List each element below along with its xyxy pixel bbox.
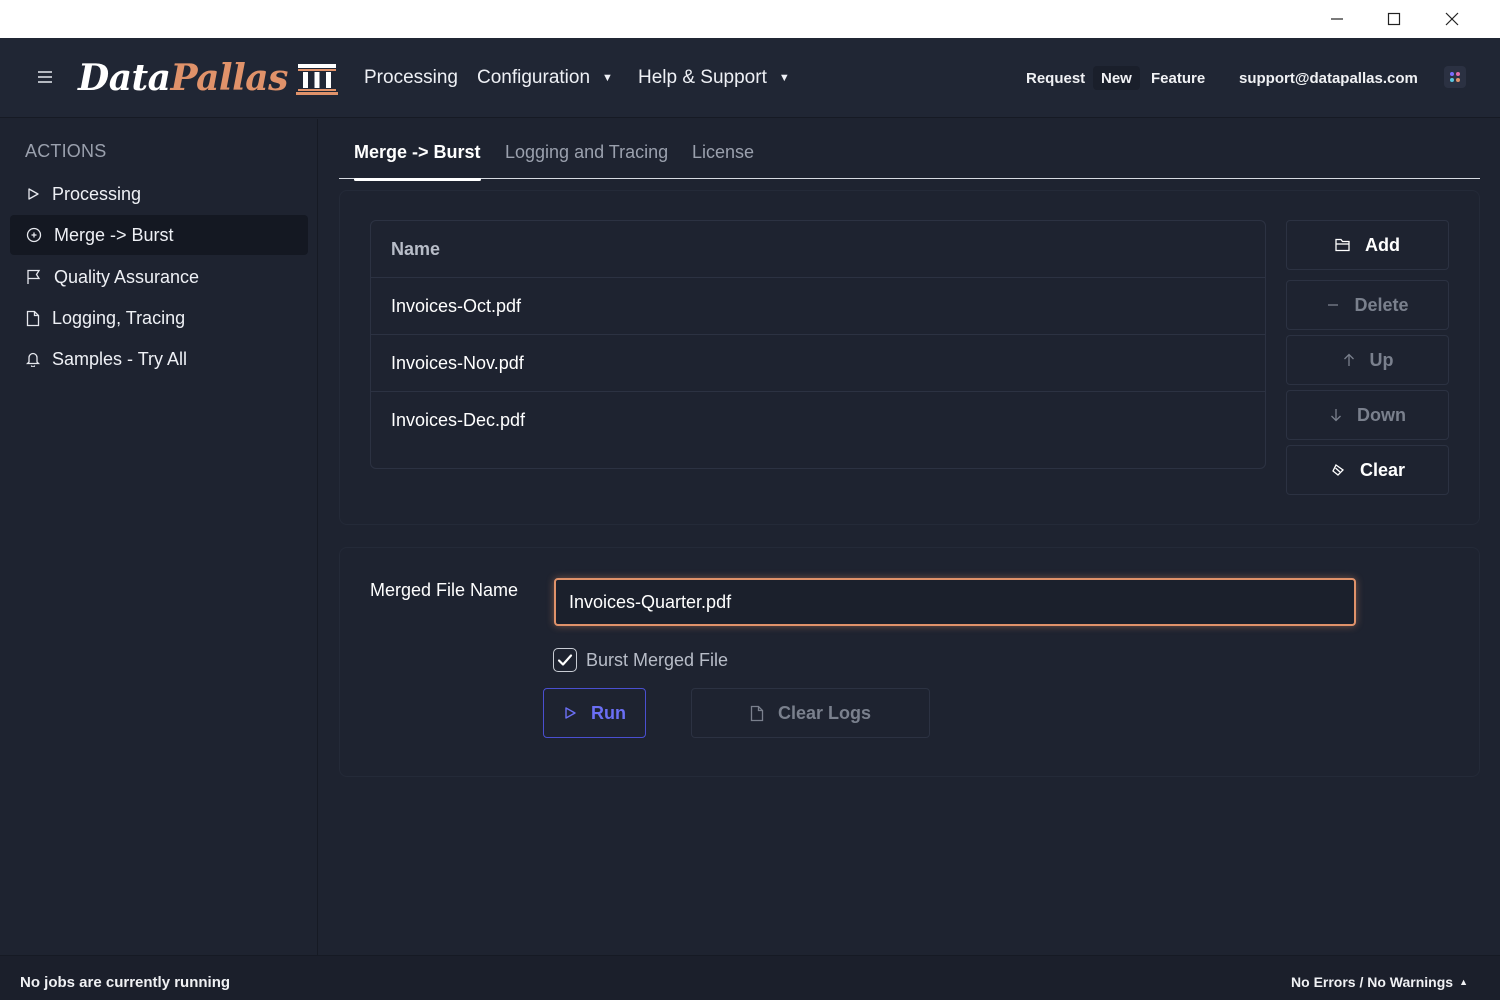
sidebar-item-logging-tracing[interactable]: Logging, Tracing xyxy=(10,298,308,338)
play-icon xyxy=(28,188,39,200)
file-icon xyxy=(26,310,40,326)
run-button-label: Run xyxy=(591,702,626,723)
support-email-link[interactable]: support@datapallas.com xyxy=(1239,66,1418,90)
folder-open-icon xyxy=(1335,238,1350,252)
logo-text-pallas: Pallas xyxy=(170,57,289,99)
checkmark-icon xyxy=(557,654,573,666)
add-button-label: Add xyxy=(1365,234,1400,255)
nav-processing-label: Processing xyxy=(364,67,458,88)
burst-merged-label[interactable]: Burst Merged File xyxy=(586,650,728,671)
table-header-name: Name xyxy=(371,221,1265,278)
delete-button-label: Delete xyxy=(1354,294,1409,315)
caret-down-icon: ▼ xyxy=(602,72,613,84)
nav-configuration-label: Configuration xyxy=(477,67,591,88)
feature-link[interactable]: Feature xyxy=(1151,66,1205,90)
nav-configuration[interactable]: Configuration ▼ xyxy=(477,64,613,92)
new-link[interactable]: New xyxy=(1093,66,1140,90)
tab-logging-tracing[interactable]: Logging and Tracing xyxy=(505,142,668,178)
minimize-icon[interactable] xyxy=(1308,0,1365,38)
menu-icon[interactable] xyxy=(34,66,56,88)
down-button-label: Down xyxy=(1357,404,1406,425)
request-link[interactable]: Request xyxy=(1026,66,1085,90)
nav-help-support[interactable]: Help & Support ▼ xyxy=(638,64,790,92)
apps-grid-icon[interactable] xyxy=(1444,66,1466,88)
sidebar-item-label: Processing xyxy=(52,183,142,204)
eraser-icon xyxy=(1332,464,1344,476)
window-titlebar xyxy=(0,0,1500,38)
file-table: Name Invoices-Oct.pdf Invoices-Nov.pdf I… xyxy=(370,220,1266,469)
table-cell: Invoices-Nov.pdf xyxy=(391,352,524,373)
pillars-icon xyxy=(295,64,338,95)
play-icon xyxy=(565,707,576,719)
table-row[interactable]: Invoices-Dec.pdf xyxy=(371,392,1265,449)
minus-icon xyxy=(1328,304,1339,306)
arrow-up-icon xyxy=(1343,353,1354,366)
run-button[interactable]: Run xyxy=(543,688,646,738)
sidebar-item-label: Logging, Tracing xyxy=(52,307,186,328)
arrow-down-icon xyxy=(1331,409,1341,422)
up-button[interactable]: Up xyxy=(1286,335,1449,385)
jobs-status: No jobs are currently running xyxy=(20,974,231,991)
down-button[interactable]: Down xyxy=(1286,390,1449,440)
status-bar: No jobs are currently running No Errors … xyxy=(0,955,1500,1000)
nav-help-support-label: Help & Support xyxy=(638,67,767,88)
flag-icon xyxy=(27,269,41,284)
merged-file-name-input[interactable] xyxy=(554,578,1356,626)
table-cell: Invoices-Oct.pdf xyxy=(391,295,522,316)
nav-processing[interactable]: Processing xyxy=(364,64,458,92)
sidebar-item-processing[interactable]: Processing xyxy=(10,174,308,214)
up-button-label: Up xyxy=(1369,349,1394,370)
tab-bar: Merge -> Burst Logging and Tracing Licen… xyxy=(339,128,1480,181)
merged-file-name-label: Merged File Name xyxy=(370,580,519,600)
clear-logs-button-label: Clear Logs xyxy=(777,702,872,723)
caret-up-icon: ▲ xyxy=(1459,977,1468,987)
caret-down-icon: ▼ xyxy=(778,72,790,84)
plus-circle-icon xyxy=(26,227,42,243)
table-row[interactable]: Invoices-Nov.pdf xyxy=(371,335,1265,392)
file-icon xyxy=(750,705,764,721)
app-header: Data Pallas Processing Configuration ▼ He… xyxy=(0,38,1500,118)
bell-icon xyxy=(26,352,40,367)
maximize-icon[interactable] xyxy=(1365,0,1422,38)
tab-merge-burst[interactable]: Merge -> Burst xyxy=(354,142,481,181)
table-row[interactable]: Invoices-Oct.pdf xyxy=(371,278,1265,335)
tab-license[interactable]: License xyxy=(692,142,754,178)
sidebar-item-samples[interactable]: Samples - Try All xyxy=(10,339,308,379)
burst-merged-checkbox[interactable] xyxy=(553,648,577,672)
sidebar: ACTIONS Processing Merge -> Burst Qualit… xyxy=(0,119,318,955)
errors-warnings-status[interactable]: No Errors / No Warnings ▲ xyxy=(1291,974,1468,990)
clear-button-label: Clear xyxy=(1359,459,1406,480)
clear-logs-button[interactable]: Clear Logs xyxy=(691,688,930,738)
errors-warnings-label: No Errors / No Warnings xyxy=(1291,974,1454,990)
sidebar-item-quality-assurance[interactable]: Quality Assurance xyxy=(10,257,308,297)
delete-button[interactable]: Delete xyxy=(1286,280,1449,330)
sidebar-item-label: Quality Assurance xyxy=(54,266,200,287)
sidebar-item-label: Samples - Try All xyxy=(52,348,188,369)
logo-text-data: Data xyxy=(78,57,171,99)
table-cell: Invoices-Dec.pdf xyxy=(391,410,526,430)
close-icon[interactable] xyxy=(1423,0,1480,38)
app-logo[interactable]: Data Pallas xyxy=(78,52,338,104)
add-button[interactable]: Add xyxy=(1286,220,1449,270)
clear-button[interactable]: Clear xyxy=(1286,445,1449,495)
sidebar-title: ACTIONS xyxy=(25,141,107,161)
sidebar-item-label: Merge -> Burst xyxy=(54,224,174,245)
sidebar-item-merge-burst[interactable]: Merge -> Burst xyxy=(10,215,308,255)
